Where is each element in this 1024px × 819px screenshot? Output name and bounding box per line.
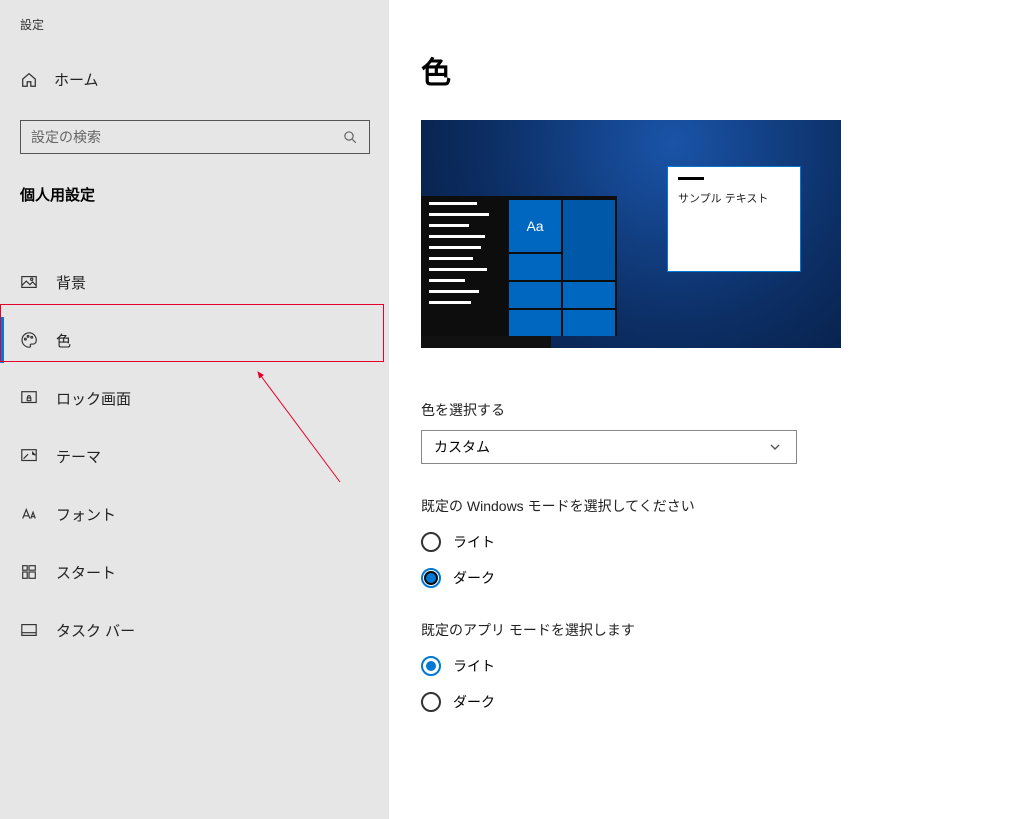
- nav-label: 色: [56, 330, 71, 351]
- chevron-down-icon: [766, 438, 784, 456]
- radio-icon-checked: [421, 568, 441, 588]
- nav-item-start[interactable]: スタート: [0, 543, 389, 601]
- nav-item-background[interactable]: 背景: [0, 253, 389, 311]
- preview-sample-text: サンプル テキスト: [678, 190, 790, 206]
- choose-color-value: カスタム: [434, 437, 490, 457]
- home-label: ホーム: [54, 69, 99, 90]
- nav-label: スタート: [56, 562, 116, 583]
- nav-label: テーマ: [56, 446, 101, 467]
- radio-icon: [421, 532, 441, 552]
- search-icon: [341, 128, 359, 146]
- lockscreen-icon: [20, 389, 38, 407]
- radio-icon: [421, 692, 441, 712]
- nav-item-colors[interactable]: 色: [0, 311, 389, 369]
- home-button[interactable]: ホーム: [0, 39, 389, 108]
- nav-label: ロック画面: [56, 388, 131, 409]
- radio-label: ダーク: [453, 692, 495, 712]
- nav-label: フォント: [56, 504, 116, 525]
- nav-label: タスク バー: [56, 620, 135, 641]
- fonts-icon: [20, 505, 38, 523]
- windows-mode-dark[interactable]: ダーク: [421, 568, 1024, 588]
- app-mode-light[interactable]: ライト: [421, 656, 1024, 676]
- nav-item-themes[interactable]: テーマ: [0, 427, 389, 485]
- nav-label: 背景: [56, 272, 86, 293]
- choose-color-dropdown[interactable]: カスタム: [421, 430, 797, 464]
- palette-icon: [20, 331, 38, 349]
- picture-icon: [20, 273, 38, 291]
- start-icon: [20, 563, 38, 581]
- radio-icon-checked: [421, 656, 441, 676]
- settings-main: 色 Aa サンプル テキスト 色を選択する カスタム: [389, 0, 1024, 819]
- page-title: 色: [421, 48, 1024, 92]
- color-preview-thumbnail: Aa サンプル テキスト: [421, 120, 841, 348]
- taskbar-icon: [20, 621, 38, 639]
- app-mode-dark[interactable]: ダーク: [421, 692, 1024, 712]
- search-box[interactable]: [20, 120, 370, 154]
- nav-item-taskbar[interactable]: タスク バー: [0, 601, 389, 659]
- preview-window: サンプル テキスト: [667, 166, 801, 272]
- themes-icon: [20, 447, 38, 465]
- category-header: 個人用設定: [0, 154, 389, 215]
- windows-mode-light[interactable]: ライト: [421, 532, 1024, 552]
- nav-item-fonts[interactable]: フォント: [0, 485, 389, 543]
- preview-startmenu: Aa: [421, 196, 617, 336]
- radio-label: ライト: [453, 532, 495, 552]
- choose-color-label: 色を選択する: [421, 400, 1024, 420]
- radio-label: ライト: [453, 656, 495, 676]
- window-title: 設定: [0, 16, 389, 39]
- preview-taskbar: [421, 336, 551, 348]
- windows-mode-label: 既定の Windows モードを選択してください: [421, 496, 1024, 516]
- radio-label: ダーク: [453, 568, 495, 588]
- app-mode-label: 既定のアプリ モードを選択します: [421, 620, 1024, 640]
- preview-tile-aa: Aa: [509, 200, 561, 252]
- home-icon: [20, 71, 38, 89]
- settings-sidebar: 設定 ホーム 個人用設定 背景: [0, 0, 389, 819]
- search-input[interactable]: [31, 129, 331, 145]
- nav-item-lockscreen[interactable]: ロック画面: [0, 369, 389, 427]
